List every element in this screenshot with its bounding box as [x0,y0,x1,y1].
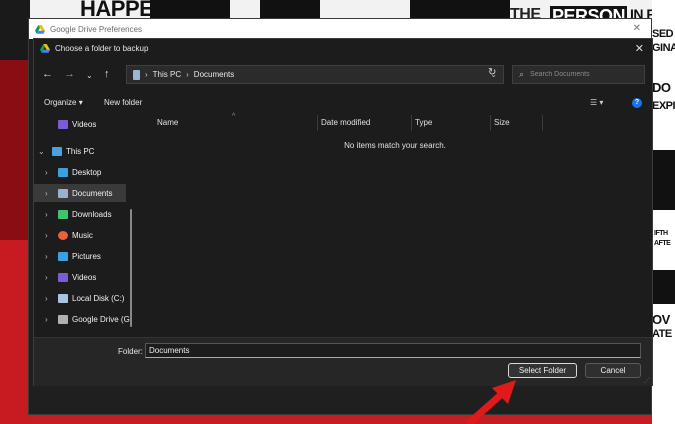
address-bar[interactable]: › This PC › Documents ⌄ [126,65,504,84]
column-header-name[interactable]: Name [157,118,178,127]
folder-label: Folder: [118,347,143,356]
wallpaper-text: GINAL [652,42,675,54]
sidebar-item-label: Videos [72,272,97,282]
column-divider[interactable] [317,115,318,131]
sidebar-item-desktop[interactable]: › Desktop [34,163,126,181]
desktop-icon [58,167,68,177]
help-icon[interactable]: ? [632,98,642,108]
sort-caret-icon: ^ [232,113,236,120]
recent-locations-chevron-icon[interactable]: ⌄ [86,70,93,82]
disk-icon [58,293,68,303]
wallpaper-left-strip [0,0,30,424]
sidebar-item-label: Videos [72,119,97,129]
expand-chevron-icon[interactable]: › [45,294,48,303]
sidebar-item-documents[interactable]: › Documents [34,184,126,202]
sidebar-item-label: Pictures [72,251,101,261]
wallpaper-text: AFTE [654,240,671,247]
downloads-icon [58,209,68,219]
drive-icon [58,314,68,324]
close-icon[interactable]: ✕ [633,23,641,34]
wallpaper-text: ATE [652,328,672,340]
file-list: ^ Name Date modified Type Size No items … [139,113,651,335]
sidebar-item-videos[interactable]: Videos [34,115,126,133]
preferences-titlebar: Google Drive Preferences ✕ [29,19,651,39]
pc-icon [133,69,140,80]
sidebar-item-label: Documents [72,188,113,198]
preferences-title: Google Drive Preferences [50,24,143,34]
sidebar-item-google-drive-g[interactable]: › Google Drive (G [34,310,130,328]
pictures-icon [58,251,68,261]
breadcrumb-documents[interactable]: Documents [194,70,234,79]
column-divider[interactable] [490,115,491,131]
search-icon: ⌕ [519,69,525,79]
navigation-bar: ← → ⌄ ↑ › This PC › Documents ⌄ ↻ ⌕ [34,61,652,89]
command-bar: Organize ▾ New folder ☰ ▾ ? [34,95,652,113]
sidebar-item-downloads[interactable]: › Downloads [34,205,126,223]
sidebar-item-this-pc[interactable]: ⌄ This PC [34,142,126,160]
resize-grip-icon[interactable]: ⋰ [644,377,650,384]
dialog-titlebar: Choose a folder to backup ✕ [34,39,652,57]
view-options-icon[interactable]: ☰ ▾ [590,98,603,107]
wallpaper-text: OV [652,312,670,327]
expand-chevron-icon[interactable]: › [45,168,48,177]
column-header-size[interactable]: Size [494,118,510,127]
column-divider[interactable] [411,115,412,131]
wallpaper-text: IFTH [654,230,668,237]
google-drive-logo-icon [35,24,45,34]
breadcrumb-chevron-icon: › [186,70,189,79]
pc-icon [52,146,62,156]
breadcrumb-chevron-icon: › [145,70,148,79]
sidebar-item-label: Google Drive (G [72,314,130,324]
expand-chevron-icon[interactable]: › [45,189,48,198]
google-drive-logo-icon [40,43,50,53]
wallpaper-text: EXPI [652,100,675,112]
expand-chevron-icon[interactable]: › [45,315,48,324]
new-folder-button[interactable]: New folder [104,98,142,107]
sidebar-item-label: Music [72,230,93,240]
back-arrow-icon[interactable]: ← [42,68,53,80]
sidebar-item-videos[interactable]: › Videos [34,268,126,286]
expand-chevron-icon[interactable]: › [45,231,48,240]
documents-icon [58,188,68,198]
sidebar-item-music[interactable]: › Music [34,226,126,244]
up-arrow-icon[interactable]: ↑ [104,68,110,80]
navigation-pane: Videos ⌄ This PC › Desktop › Documents › Downloa… [34,115,134,335]
folder-field[interactable] [145,343,641,358]
expand-chevron-icon[interactable]: › [45,210,48,219]
breadcrumb-this-pc[interactable]: This PC [153,70,181,79]
sidebar-scrollbar[interactable] [130,209,132,327]
music-icon [58,230,68,240]
sidebar-item-label: Downloads [72,209,112,219]
sidebar-item-label: Local Disk (C:) [72,293,125,303]
refresh-icon[interactable]: ↻ [488,67,496,78]
column-header-type[interactable]: Type [415,118,432,127]
sidebar-item-label: This PC [66,146,95,156]
column-divider[interactable] [542,115,543,131]
wallpaper-text: SED [652,28,674,40]
organize-button[interactable]: Organize ▾ [44,98,83,107]
wallpaper-top-strip: HAPPEN THE PERSON IN PC [30,0,675,27]
videos-icon [58,119,68,129]
wallpaper-text: DO [652,80,671,95]
expand-chevron-icon[interactable]: › [45,273,48,282]
empty-message: No items match your search. [344,141,446,150]
expand-chevron-icon[interactable]: ⌄ [38,147,45,156]
column-header-date-modified[interactable]: Date modified [321,118,370,127]
sidebar-item-local-disk-c[interactable]: › Local Disk (C:) [34,289,126,307]
cancel-button[interactable]: Cancel [585,363,641,378]
search-input[interactable] [528,70,633,79]
dialog-title: Choose a folder to backup [55,43,149,53]
forward-arrow-icon[interactable]: → [64,68,75,80]
close-icon[interactable]: ✕ [635,42,644,55]
expand-chevron-icon[interactable]: › [45,252,48,261]
dialog-footer: Folder: Select Folder Cancel ⋰ [34,337,652,386]
sidebar-item-label: Desktop [72,167,102,177]
sidebar-item-pictures[interactable]: › Pictures [34,247,126,265]
annotation-arrow-icon [465,380,516,424]
search-box[interactable]: ⌕ [512,65,645,84]
organize-label: Organize [44,98,77,107]
videos-icon [58,272,68,282]
wallpaper-right-strip: SED GINAL DO EXPI IFTH AFTE OV ATE [652,0,675,424]
folder-picker-dialog: Choose a folder to backup ✕ ← → ⌄ ↑ › Th… [33,38,653,386]
